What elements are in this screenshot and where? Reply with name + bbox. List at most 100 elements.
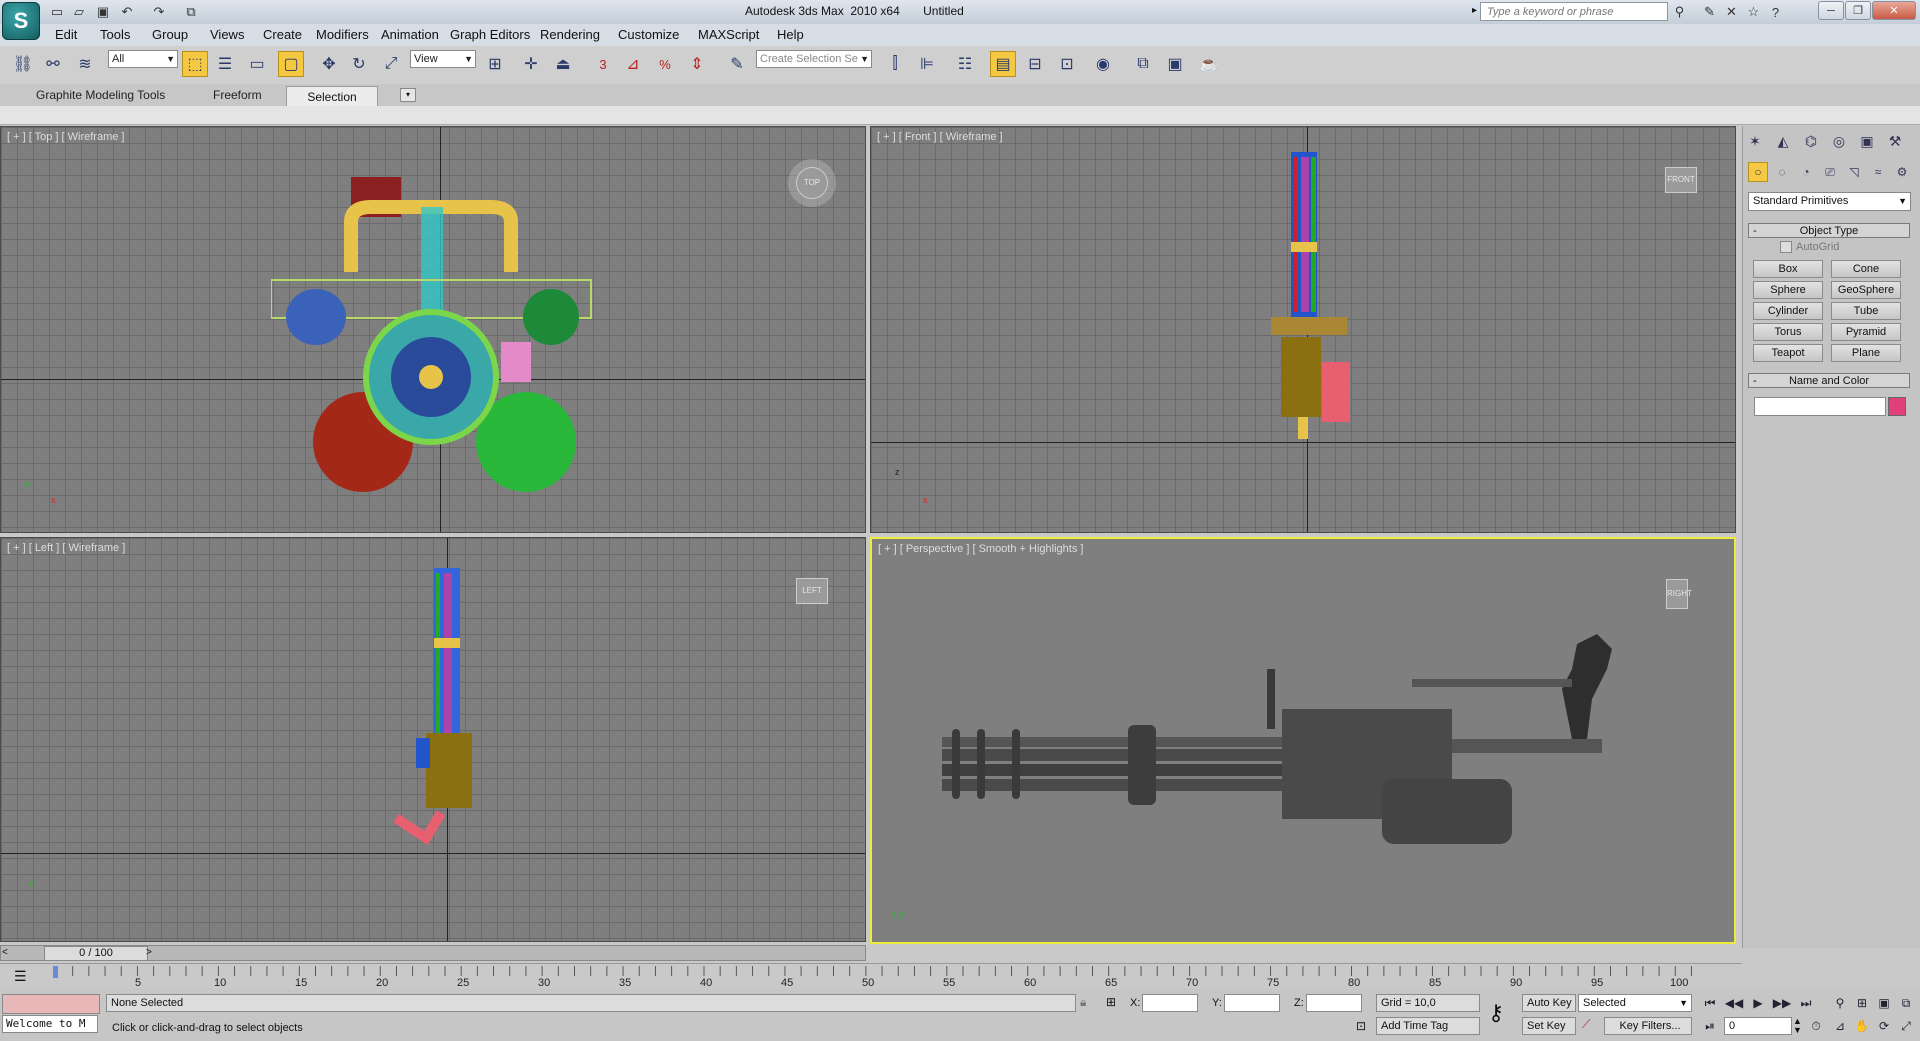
viewport-front-label[interactable]: [ + ] [ Front ] [ Wireframe ] bbox=[877, 131, 1003, 143]
next-frame-icon[interactable]: ▶▶ bbox=[1772, 994, 1792, 1012]
modify-tab-icon[interactable]: ◭ bbox=[1772, 130, 1794, 152]
close-button[interactable]: ✕ bbox=[1872, 1, 1916, 20]
tab-selection[interactable]: Selection bbox=[286, 86, 378, 107]
maximize-button[interactable]: ❐ bbox=[1845, 1, 1871, 20]
rendered-frame-window-icon[interactable]: ▣ bbox=[1162, 51, 1188, 77]
tab-graphite-modeling-tools[interactable]: Graphite Modeling Tools bbox=[36, 88, 165, 102]
menu-graph-editors[interactable]: Graph Editors bbox=[450, 27, 530, 42]
key-mode-select[interactable]: Selected ▼ bbox=[1578, 994, 1692, 1012]
pyramid-button[interactable]: Pyramid bbox=[1831, 323, 1901, 341]
autogrid-checkbox[interactable] bbox=[1780, 241, 1792, 253]
y-coord-input[interactable] bbox=[1224, 994, 1280, 1012]
select-by-name-icon[interactable]: ☰ bbox=[212, 51, 238, 77]
spinner-snap-icon[interactable]: ⇕ bbox=[684, 51, 710, 77]
time-configuration-icon[interactable]: ⏱ bbox=[1806, 1017, 1826, 1035]
shapes-icon[interactable]: ◌ bbox=[1772, 162, 1792, 182]
select-and-move-icon[interactable]: ✥ bbox=[316, 51, 342, 77]
favorites-star-icon[interactable]: ☆ bbox=[1744, 3, 1763, 21]
tab-freeform[interactable]: Freeform bbox=[213, 88, 262, 102]
open-mini-curve-editor-icon[interactable]: ☰ bbox=[14, 968, 27, 985]
app-logo-icon[interactable]: S bbox=[2, 2, 40, 40]
cone-button[interactable]: Cone bbox=[1831, 260, 1901, 278]
set-key-mode-icon[interactable]: ⚷ bbox=[1488, 1000, 1504, 1026]
render-production-icon[interactable]: ☕ bbox=[1196, 51, 1222, 77]
help-icon[interactable]: ? bbox=[1766, 3, 1785, 21]
current-frame-input[interactable]: 0 bbox=[1724, 1017, 1792, 1035]
track-bar[interactable]: ☰ 5 10 15 20 25 30 35 40 45 50 55 60 65 … bbox=[0, 963, 1742, 990]
keyboard-shortcut-override-icon[interactable]: ⏏ bbox=[550, 51, 576, 77]
display-tab-icon[interactable]: ▣ bbox=[1856, 130, 1878, 152]
selection-lock-icon[interactable]: 🔒︎ bbox=[1080, 995, 1086, 1010]
menu-group[interactable]: Group bbox=[152, 27, 188, 42]
viewcube-left[interactable]: LEFT bbox=[796, 578, 828, 604]
torus-button[interactable]: Torus bbox=[1753, 323, 1823, 341]
menu-animation[interactable]: Animation bbox=[381, 27, 439, 42]
cameras-icon[interactable]: ⎚ bbox=[1820, 162, 1840, 182]
schematic-view-icon[interactable]: ⊡ bbox=[1054, 51, 1080, 77]
viewport-perspective-label[interactable]: [ + ] [ Perspective ] [ Smooth + Highlig… bbox=[878, 543, 1083, 555]
layer-manager-icon[interactable]: ☷ bbox=[952, 51, 978, 77]
viewport-perspective[interactable]: [ + ] [ Perspective ] [ Smooth + Highlig… bbox=[870, 537, 1736, 944]
select-and-manipulate-icon[interactable]: ✛ bbox=[518, 51, 544, 77]
time-tag-icon[interactable]: ⊡ bbox=[1356, 1019, 1366, 1033]
viewport-left[interactable]: [ + ] [ Left ] [ Wireframe ] LEFT z bbox=[0, 537, 866, 942]
angle-snap-icon[interactable]: ⊿ bbox=[620, 51, 646, 77]
minimize-button[interactable]: ─ bbox=[1818, 1, 1844, 20]
orbit-icon[interactable]: ⟳ bbox=[1874, 1017, 1894, 1035]
window-crossing-icon[interactable]: ▢ bbox=[278, 51, 304, 77]
name-and-color-rollout[interactable]: - Name and Color bbox=[1748, 373, 1910, 388]
set-key-button[interactable]: Set Key bbox=[1522, 1017, 1576, 1035]
named-selection-input[interactable]: Create Selection Se ▼ bbox=[756, 50, 872, 68]
communication-center-icon[interactable]: ✎ bbox=[1700, 3, 1719, 21]
new-file-icon[interactable]: ▭ bbox=[48, 3, 66, 21]
object-name-input[interactable] bbox=[1754, 397, 1886, 416]
play-icon[interactable]: ▶ bbox=[1748, 994, 1768, 1012]
viewcube-front[interactable]: FRONT bbox=[1665, 167, 1697, 193]
pan-view-icon[interactable]: ✋ bbox=[1852, 1017, 1872, 1035]
time-slider-next-icon[interactable]: > bbox=[146, 947, 152, 958]
viewcube-top[interactable]: TOP bbox=[796, 167, 828, 199]
align-icon[interactable]: ⊫ bbox=[914, 51, 940, 77]
object-category-select[interactable]: Standard Primitives ▼ bbox=[1748, 192, 1911, 211]
zoom-extents-all-icon[interactable]: ⧉ bbox=[1896, 994, 1916, 1012]
menu-rendering[interactable]: Rendering bbox=[540, 27, 600, 42]
graphite-toggle-icon[interactable]: ▤ bbox=[990, 51, 1016, 77]
go-to-start-icon[interactable]: ⏮ bbox=[1700, 994, 1720, 1012]
select-object-icon[interactable]: ⬚ bbox=[182, 51, 208, 77]
pivot-center-icon[interactable]: ⊞ bbox=[482, 51, 508, 77]
time-slider-prev-icon[interactable]: < bbox=[2, 947, 8, 958]
render-setup-icon[interactable]: ⧉ bbox=[1130, 51, 1156, 77]
geometry-icon[interactable]: ○ bbox=[1748, 162, 1768, 182]
teapot-button[interactable]: Teapot bbox=[1753, 344, 1823, 362]
open-file-icon[interactable]: ▱ bbox=[70, 3, 88, 21]
viewport-front[interactable]: [ + ] [ Front ] [ Wireframe ] FRONT z x bbox=[870, 126, 1736, 533]
sphere-button[interactable]: Sphere bbox=[1753, 281, 1823, 299]
project-folder-icon[interactable]: ⧉ bbox=[182, 3, 200, 21]
rectangular-selection-icon[interactable]: ▭ bbox=[244, 51, 270, 77]
create-tab-icon[interactable]: ✶ bbox=[1744, 130, 1766, 152]
menu-maxscript[interactable]: MAXScript bbox=[698, 27, 759, 42]
hierarchy-tab-icon[interactable]: ⌬ bbox=[1800, 130, 1822, 152]
viewport-top[interactable]: [ + ] [ Top ] [ Wireframe ] TOP y x bbox=[0, 126, 866, 533]
ribbon-options-dropdown[interactable]: ▾ bbox=[400, 88, 416, 102]
go-to-end-icon[interactable]: ⏭ bbox=[1796, 994, 1816, 1012]
menu-views[interactable]: Views bbox=[210, 27, 244, 42]
frame-spinner-icon[interactable]: ▲ ▼ bbox=[1793, 1017, 1802, 1035]
reference-coordinate-select[interactable]: View ▼ bbox=[410, 50, 476, 68]
lights-icon[interactable]: ◔ bbox=[1796, 162, 1816, 182]
maximize-viewport-icon[interactable]: ⤢ bbox=[1896, 1017, 1916, 1035]
unlink-selection-icon[interactable]: ⚯ bbox=[40, 51, 66, 77]
utilities-tab-icon[interactable]: ⚒ bbox=[1884, 130, 1906, 152]
redo-icon[interactable]: ↷ bbox=[150, 3, 168, 21]
auto-key-button[interactable]: Auto Key bbox=[1522, 994, 1576, 1012]
tube-button[interactable]: Tube bbox=[1831, 302, 1901, 320]
cylinder-button[interactable]: Cylinder bbox=[1753, 302, 1823, 320]
save-icon[interactable]: ▣ bbox=[94, 3, 112, 21]
material-editor-icon[interactable]: ◉ bbox=[1090, 51, 1116, 77]
field-of-view-icon[interactable]: ⊿ bbox=[1830, 1017, 1850, 1035]
edit-named-selection-icon[interactable]: ✎ bbox=[724, 51, 750, 77]
maxscript-listener-input[interactable]: Welcome to M bbox=[2, 1015, 98, 1033]
time-slider-thumb[interactable]: 0 / 100 bbox=[44, 946, 148, 961]
helpers-icon[interactable]: ◹ bbox=[1844, 162, 1864, 182]
geosphere-button[interactable]: GeoSphere bbox=[1831, 281, 1901, 299]
